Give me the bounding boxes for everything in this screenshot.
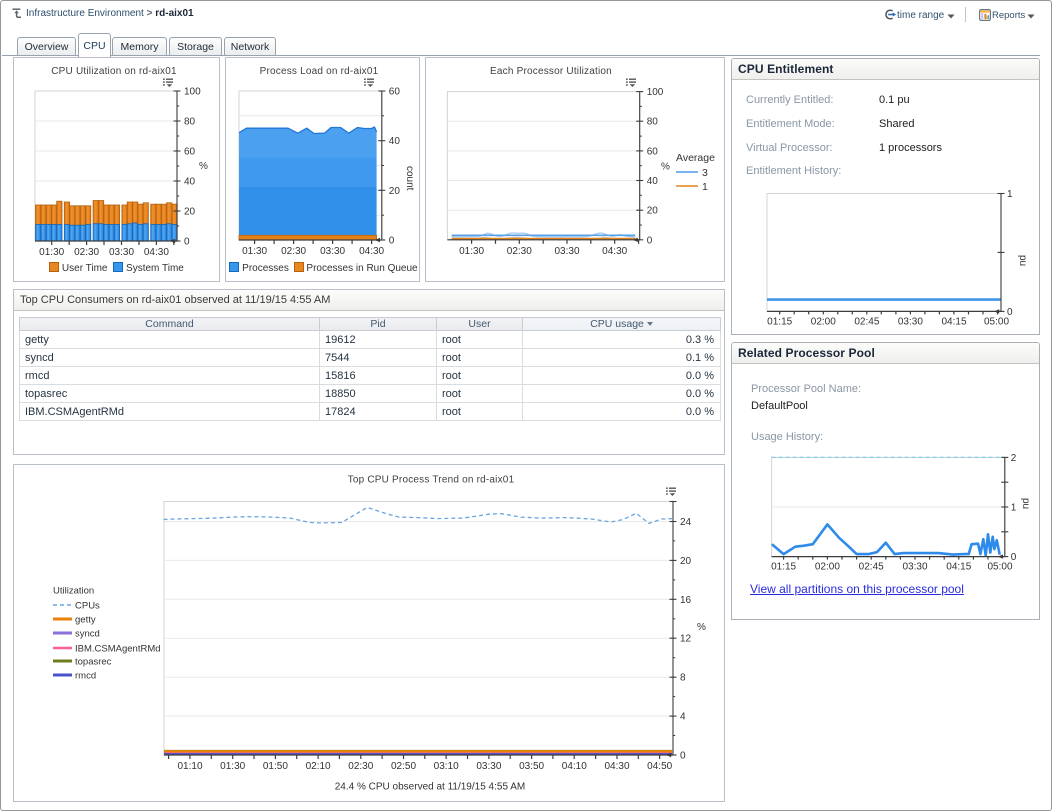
- svg-text:02:00: 02:00: [811, 316, 836, 327]
- svg-text:01:30: 01:30: [242, 246, 267, 257]
- svg-text:4: 4: [680, 712, 686, 723]
- svg-text:04:15: 04:15: [946, 562, 971, 573]
- svg-text:Average: Average: [676, 152, 715, 164]
- svg-text:04:10: 04:10: [562, 761, 587, 772]
- svg-text:rmcd: rmcd: [75, 671, 96, 682]
- svg-text:02:50: 02:50: [391, 761, 416, 772]
- svg-text:0: 0: [647, 235, 653, 246]
- svg-text:03:30: 03:30: [554, 246, 579, 257]
- svg-text:0: 0: [389, 236, 395, 247]
- svg-text:0: 0: [184, 237, 190, 248]
- svg-text:04:30: 04:30: [359, 246, 384, 257]
- svg-text:04:30: 04:30: [604, 761, 629, 772]
- svg-text:100: 100: [647, 87, 664, 98]
- svg-text:Top CPU Process Trend on rd-ai: Top CPU Process Trend on rd-aix01: [348, 475, 515, 486]
- svg-text:01:10: 01:10: [177, 761, 202, 772]
- svg-text:pu: pu: [1020, 498, 1031, 509]
- svg-text:3: 3: [702, 167, 708, 179]
- svg-text:02:00: 02:00: [815, 562, 840, 573]
- svg-text:03:30: 03:30: [109, 247, 134, 258]
- svg-text:getty: getty: [75, 615, 96, 626]
- svg-text:2: 2: [1011, 453, 1017, 464]
- svg-text:1: 1: [1007, 189, 1013, 200]
- svg-text:04:30: 04:30: [144, 247, 169, 258]
- svg-text:05:00: 05:00: [984, 316, 1009, 327]
- svg-text:20: 20: [184, 207, 196, 218]
- svg-text:16: 16: [680, 595, 692, 606]
- svg-text:8: 8: [680, 673, 686, 684]
- svg-text:02:45: 02:45: [854, 316, 879, 327]
- svg-text:syncd: syncd: [75, 629, 100, 640]
- svg-text:80: 80: [647, 117, 659, 128]
- svg-text:02:10: 02:10: [306, 761, 331, 772]
- svg-text:0: 0: [1011, 552, 1017, 563]
- svg-text:03:50: 03:50: [519, 761, 544, 772]
- svg-text:02:30: 02:30: [507, 246, 532, 257]
- svg-text:40: 40: [184, 177, 196, 188]
- svg-text:02:30: 02:30: [74, 247, 99, 258]
- svg-text:CPUs: CPUs: [75, 601, 100, 612]
- svg-text:02:45: 02:45: [859, 562, 884, 573]
- svg-text:Utilization: Utilization: [53, 586, 94, 597]
- svg-text:02:30: 02:30: [348, 761, 373, 772]
- svg-text:24.4 % CPU observed at 11/19/1: 24.4 % CPU observed at 11/19/15 4:55 AM: [335, 781, 526, 792]
- svg-text:IBM.CSMAgentRMd: IBM.CSMAgentRMd: [75, 644, 161, 655]
- svg-text:0: 0: [680, 751, 686, 762]
- svg-text:1: 1: [1011, 503, 1017, 514]
- svg-text:60: 60: [389, 87, 401, 98]
- svg-text:03:30: 03:30: [898, 316, 923, 327]
- svg-text:04:15: 04:15: [941, 316, 966, 327]
- svg-text:80: 80: [184, 117, 196, 128]
- svg-text:01:50: 01:50: [263, 761, 288, 772]
- svg-text:0: 0: [1007, 307, 1013, 318]
- svg-text:20: 20: [647, 206, 659, 217]
- svg-text:01:15: 01:15: [767, 316, 792, 327]
- svg-text:1: 1: [702, 181, 708, 193]
- svg-text:40: 40: [389, 136, 401, 147]
- svg-text:01:15: 01:15: [771, 562, 796, 573]
- svg-text:20: 20: [680, 556, 692, 567]
- svg-text:60: 60: [184, 147, 196, 158]
- svg-text:01:30: 01:30: [459, 246, 484, 257]
- svg-text:04:30: 04:30: [602, 246, 627, 257]
- svg-text:20: 20: [389, 186, 401, 197]
- svg-text:pu: pu: [1017, 255, 1028, 266]
- svg-text:01:30: 01:30: [39, 247, 64, 258]
- svg-text:03:30: 03:30: [320, 246, 345, 257]
- svg-text:04:50: 04:50: [647, 761, 672, 772]
- svg-text:%: %: [697, 622, 706, 633]
- svg-text:02:30: 02:30: [281, 246, 306, 257]
- svg-text:%: %: [661, 162, 670, 173]
- svg-text:topasrec: topasrec: [75, 657, 112, 668]
- svg-text:01:30: 01:30: [220, 761, 245, 772]
- svg-text:03:30: 03:30: [902, 562, 927, 573]
- svg-text:03:30: 03:30: [476, 761, 501, 772]
- svg-text:24: 24: [680, 517, 692, 528]
- svg-text:60: 60: [647, 146, 659, 157]
- svg-text:03:10: 03:10: [434, 761, 459, 772]
- svg-text:12: 12: [680, 634, 692, 645]
- svg-text:100: 100: [184, 87, 201, 98]
- svg-text:%: %: [199, 161, 208, 172]
- svg-text:05:00: 05:00: [987, 562, 1012, 573]
- svg-text:count: count: [404, 166, 415, 191]
- svg-text:40: 40: [647, 176, 659, 187]
